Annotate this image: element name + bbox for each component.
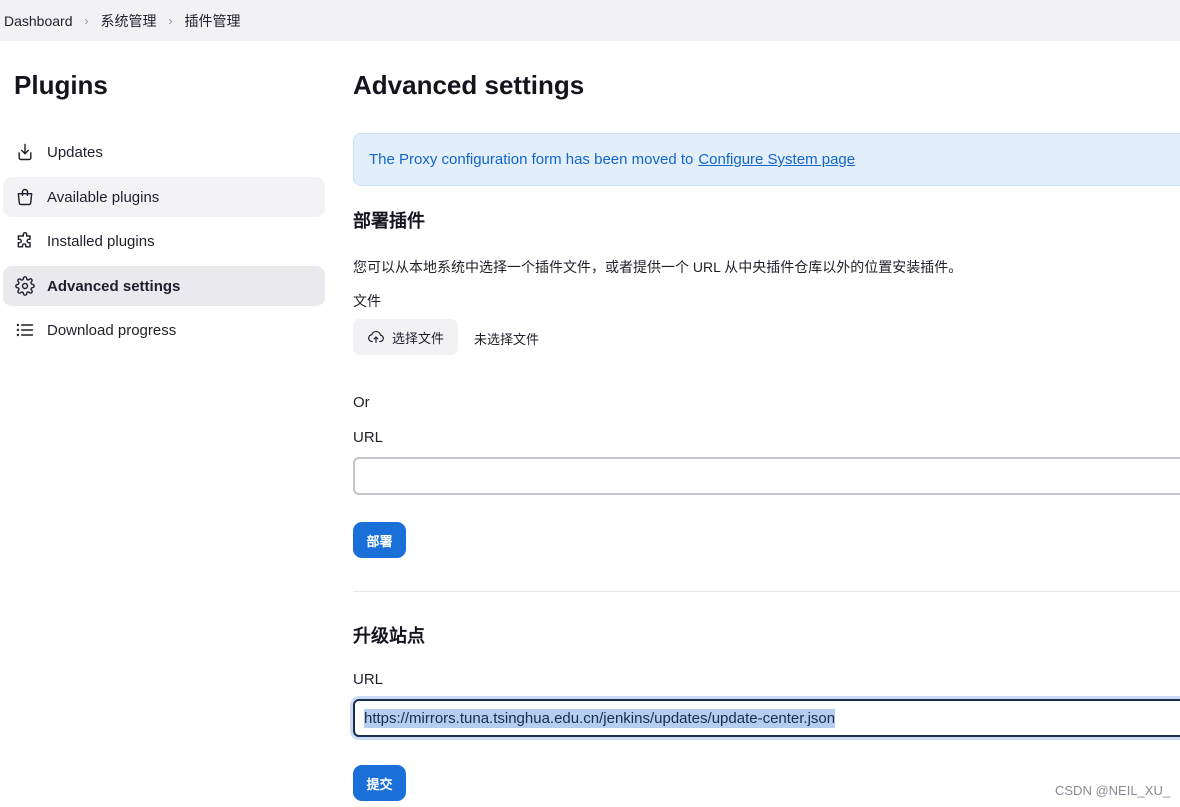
update-site-url-input[interactable]: https://mirrors.tuna.tsinghua.edu.cn/jen… bbox=[353, 699, 1180, 737]
deploy-button[interactable]: 部署 bbox=[353, 522, 406, 558]
choose-file-label: 选择文件 bbox=[391, 330, 444, 346]
proxy-notice: The Proxy configuration form has been mo… bbox=[353, 133, 1180, 186]
configure-system-link[interactable]: Configure System page bbox=[698, 151, 855, 168]
sidebar-item-label: Installed plugins bbox=[47, 232, 155, 250]
update-site-heading: 升级站点 bbox=[353, 626, 425, 646]
cloud-upload-icon bbox=[368, 331, 384, 343]
sidebar-item-download-progress[interactable]: Download progress bbox=[3, 310, 325, 350]
sidebar-item-label: Available plugins bbox=[47, 188, 160, 206]
sidebar-item-installed-plugins[interactable]: Installed plugins bbox=[3, 221, 325, 261]
submit-button[interactable]: 提交 bbox=[353, 765, 406, 801]
update-site-url-value: https://mirrors.tuna.tsinghua.edu.cn/jen… bbox=[364, 708, 836, 728]
breadcrumb-plugin-management[interactable]: 插件管理 bbox=[185, 11, 241, 31]
puzzle-icon bbox=[14, 230, 36, 252]
choose-file-button[interactable]: 选择文件 bbox=[353, 319, 458, 355]
breadcrumb-system-management[interactable]: 系统管理 bbox=[101, 11, 157, 31]
file-label: 文件 bbox=[353, 293, 381, 309]
sidebar-item-label: Download progress bbox=[47, 321, 177, 339]
notice-text: The Proxy configuration form has been mo… bbox=[369, 151, 694, 168]
sidebar-item-advanced-settings[interactable]: Advanced settings bbox=[3, 266, 325, 306]
sidebar-item-available-plugins[interactable]: Available plugins bbox=[3, 177, 325, 217]
no-file-status: 未选择文件 bbox=[474, 332, 540, 347]
gear-icon bbox=[14, 275, 36, 297]
sidebar-item-label: Updates bbox=[47, 143, 103, 161]
or-label: Or bbox=[353, 394, 370, 411]
download-icon bbox=[14, 141, 36, 163]
section-divider bbox=[353, 591, 1180, 592]
deploy-url-input[interactable] bbox=[353, 457, 1180, 495]
breadcrumb-dashboard[interactable]: Dashboard bbox=[4, 13, 73, 29]
sidebar-title: Plugins bbox=[14, 70, 108, 100]
sidebar-item-updates[interactable]: Updates bbox=[3, 132, 325, 172]
deploy-plugin-heading: 部署插件 bbox=[353, 211, 425, 231]
deploy-description: 您可以从本地系统中选择一个插件文件，或者提供一个 URL 从中央插件仓库以外的位… bbox=[353, 259, 963, 275]
deploy-url-label: URL bbox=[353, 429, 384, 446]
shopping-bag-icon bbox=[14, 186, 36, 208]
chevron-right-icon: › bbox=[168, 13, 173, 28]
update-site-url-label: URL bbox=[353, 671, 384, 688]
page-title: Advanced settings bbox=[353, 70, 585, 100]
watermark: CSDN @NEIL_XU_ bbox=[1055, 783, 1171, 798]
breadcrumb: Dashboard › 系统管理 › 插件管理 bbox=[0, 0, 1180, 41]
sidebar-item-label: Advanced settings bbox=[47, 277, 181, 295]
chevron-right-icon: › bbox=[84, 13, 89, 28]
list-icon bbox=[14, 319, 36, 341]
